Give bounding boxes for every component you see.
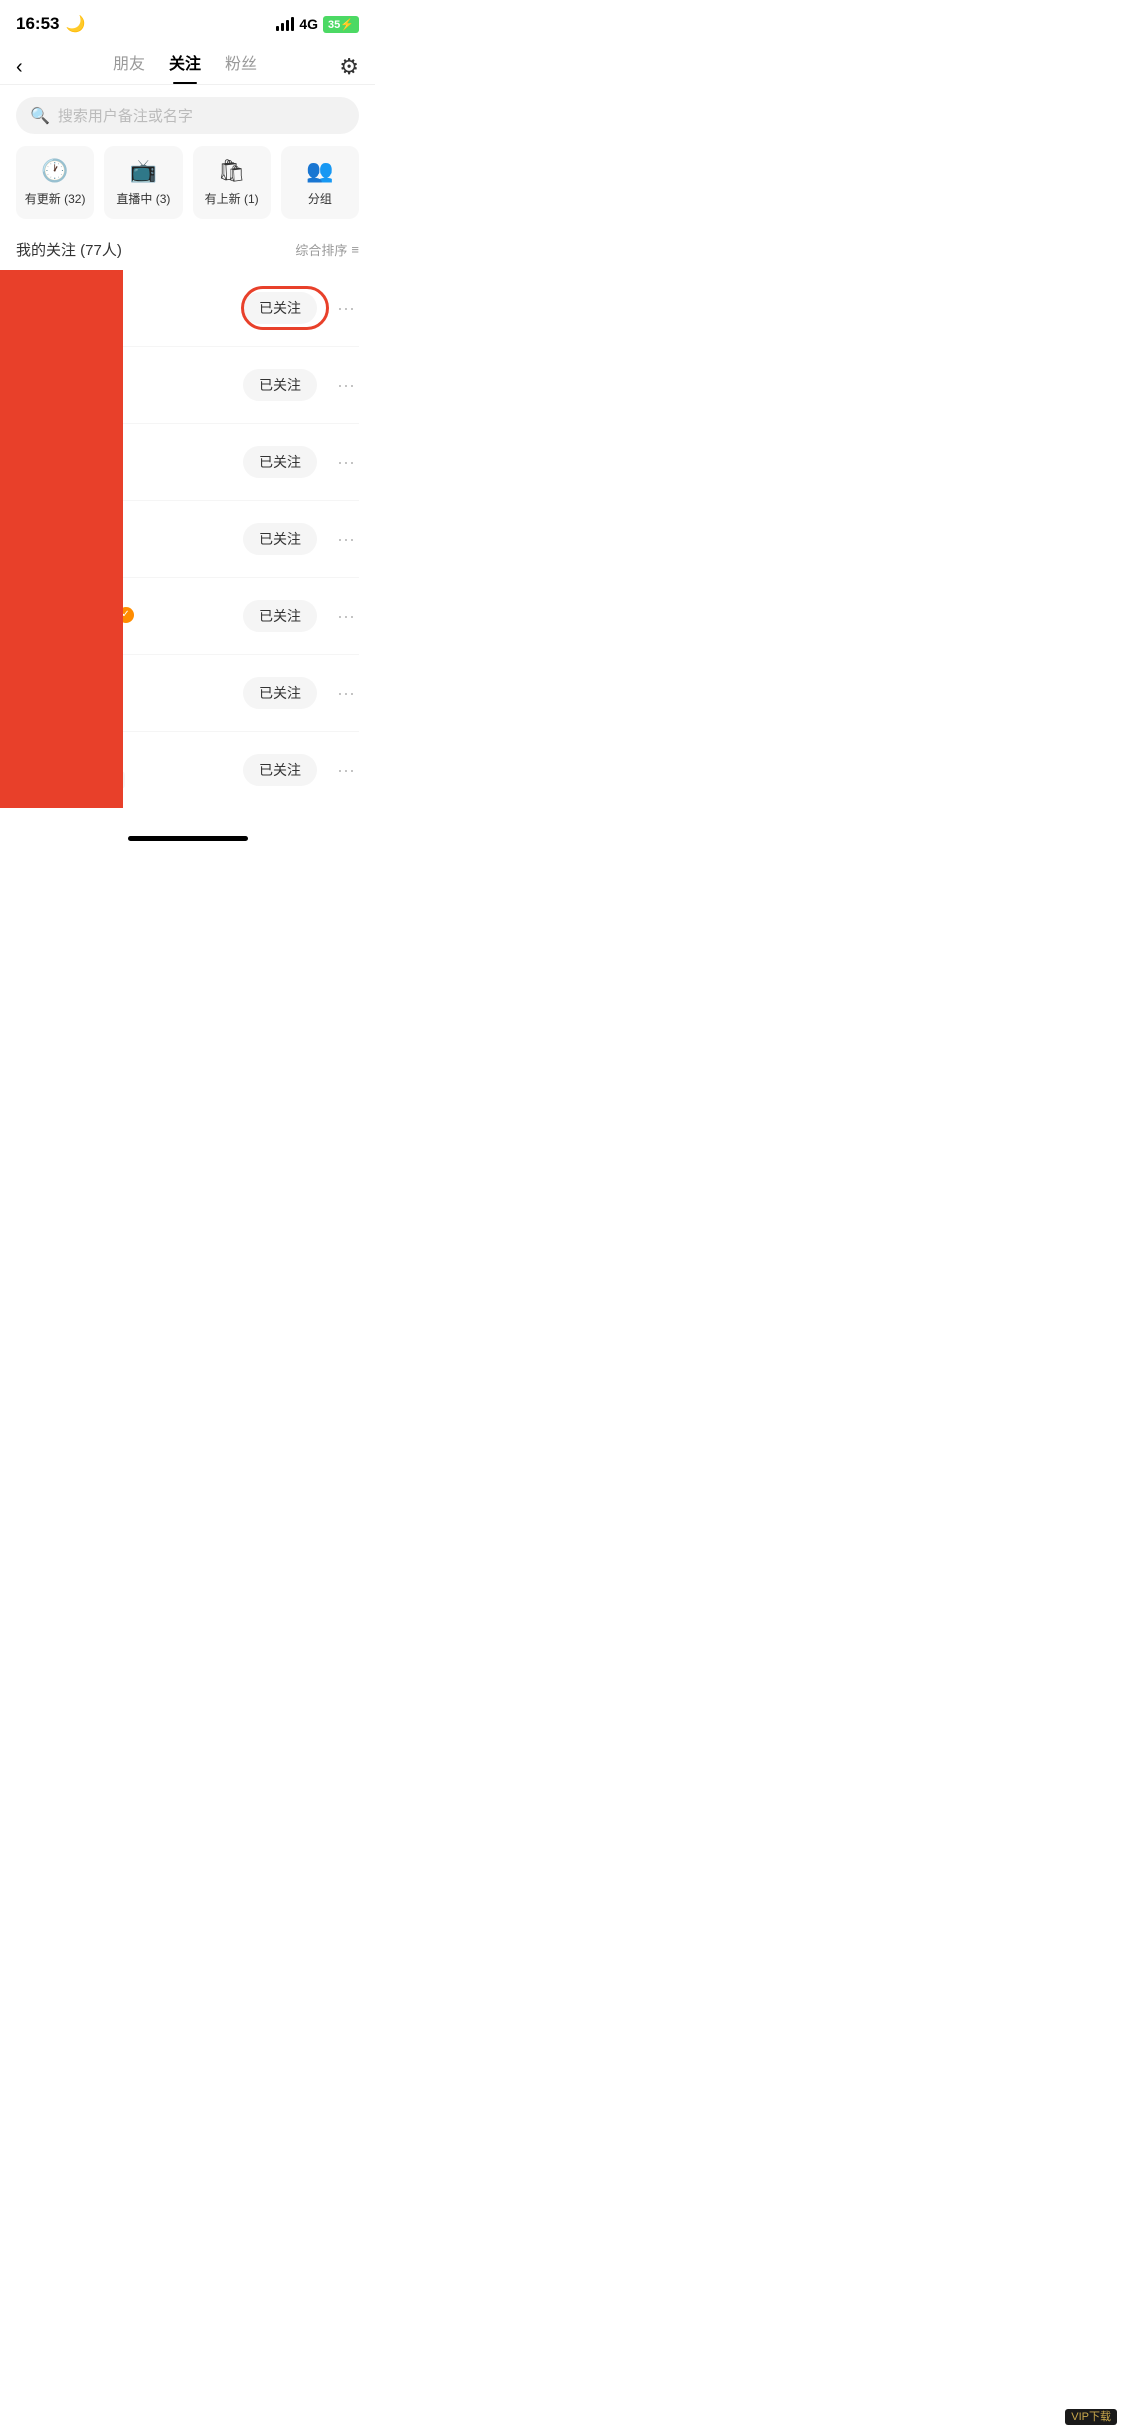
follow-button-0[interactable]: 已关注 — [243, 292, 317, 324]
group-icon: 👥 — [306, 158, 333, 184]
shop-icon: 🛍 — [218, 158, 246, 184]
tab-friends[interactable]: 朋友 — [113, 50, 145, 84]
more-icon-5[interactable]: ··· — [329, 679, 359, 708]
filter-live[interactable]: 📺 直播中 (3) — [104, 146, 182, 219]
content-area: 备注 品› 已关注 ··· name 品› 已关注 ··· — [0, 270, 375, 808]
filter-grid: 🕐 有更新 (32) 📺 直播中 (3) 🛍 有上新 (1) 👥 分组 — [0, 146, 375, 231]
follow-button-4[interactable]: 已关注 — [243, 600, 317, 632]
status-icons: 4G 35⚡ — [276, 16, 359, 33]
search-icon: 🔍 — [30, 106, 50, 126]
battery-indicator: 35⚡ — [323, 16, 359, 33]
settings-icon[interactable]: ⚙ — [339, 54, 359, 80]
home-indicator — [0, 828, 375, 845]
search-bar[interactable]: 🔍 搜索用户备注或名字 — [16, 97, 359, 134]
tab-following[interactable]: 关注 — [169, 50, 201, 84]
vip-label: VIP下载 — [1065, 2409, 1117, 2425]
follow-button-1[interactable]: 已关注 — [243, 369, 317, 401]
follow-button-3[interactable]: 已关注 — [243, 523, 317, 555]
filter-groups[interactable]: 👥 分组 — [281, 146, 359, 219]
more-icon-6[interactable]: ··· — [329, 756, 359, 785]
moon-icon: 🌙 — [65, 14, 85, 34]
nav-tabs: ‹ 朋友 关注 粉丝 ⚙ — [0, 42, 375, 85]
sort-control[interactable]: 综合排序 ≡ — [295, 240, 359, 259]
section-title: 我的关注 (77人) — [16, 239, 122, 260]
more-icon-3[interactable]: ··· — [329, 525, 359, 554]
watermark: VIP下载 — [1065, 2408, 1117, 2424]
network-type: 4G — [299, 16, 318, 32]
tab-group: 朋友 关注 粉丝 — [113, 50, 257, 84]
status-bar: 16:53 🌙 4G 35⚡ — [0, 0, 375, 42]
search-placeholder-text: 搜索用户备注或名字 — [58, 105, 193, 126]
section-header: 我的关注 (77人) 综合排序 ≡ — [0, 231, 375, 270]
follow-button-6[interactable]: 已关注 — [243, 754, 317, 786]
more-icon-2[interactable]: ··· — [329, 448, 359, 477]
back-button[interactable]: ‹ — [16, 52, 31, 83]
filter-updates[interactable]: 🕐 有更新 (32) — [16, 146, 94, 219]
signal-icon — [276, 17, 294, 31]
filter-live-label: 直播中 (3) — [116, 190, 170, 207]
clock-icon: 🕐 — [41, 158, 68, 184]
more-icon-0[interactable]: ··· — [329, 294, 359, 323]
more-icon-1[interactable]: ··· — [329, 371, 359, 400]
follow-button-2[interactable]: 已关注 — [243, 446, 317, 478]
more-icon-4[interactable]: ··· — [329, 602, 359, 631]
red-overlay — [0, 270, 123, 808]
filter-new-label: 有上新 (1) — [205, 190, 259, 207]
filter-groups-label: 分组 — [308, 190, 332, 207]
filter-updates-label: 有更新 (32) — [25, 190, 86, 207]
tab-followers[interactable]: 粉丝 — [225, 50, 257, 84]
home-bar — [128, 836, 248, 841]
live-icon: 📺 — [130, 158, 157, 184]
follow-button-5[interactable]: 已关注 — [243, 677, 317, 709]
filter-new[interactable]: 🛍 有上新 (1) — [193, 146, 271, 219]
status-time: 16:53 — [16, 14, 59, 34]
